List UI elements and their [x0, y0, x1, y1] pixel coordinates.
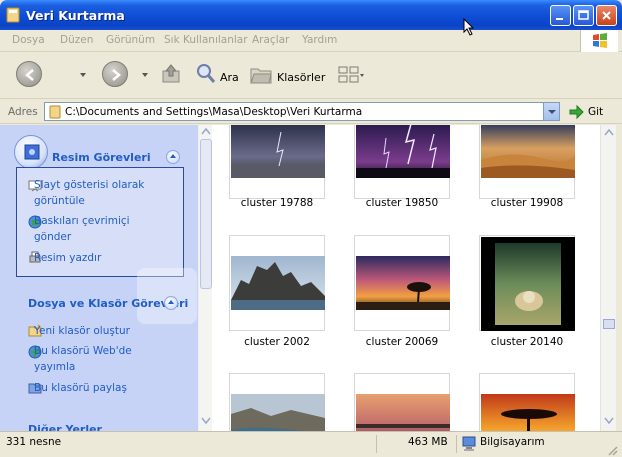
- task-new-folder[interactable]: Yeni klasör oluştur: [34, 323, 130, 339]
- file-thumbnail[interactable]: [229, 373, 325, 431]
- task-publish-web-line1: Bu klasörü Web'de: [34, 345, 132, 357]
- minimize-button[interactable]: [550, 5, 571, 26]
- thumbnail-image: [481, 237, 575, 331]
- task-order-prints-line1: Baskıları çevrimiçi: [34, 215, 130, 227]
- task-order-prints-line2: gönder: [34, 231, 72, 243]
- menu-bar: Dosya Düzen Görünüm Sık Kullanılanlar Ar…: [0, 30, 622, 52]
- menu-tools[interactable]: Araçlar: [252, 34, 289, 46]
- file-thumbnail[interactable]: [354, 373, 450, 431]
- address-path: C:\Documents and Settings\Masa\Desktop\V…: [65, 106, 363, 118]
- scroll-up-icon[interactable]: [604, 128, 614, 136]
- file-thumbnail[interactable]: [229, 235, 325, 331]
- file-view-scrollbar[interactable]: [600, 125, 616, 431]
- folders-button-label[interactable]: Klasörler: [277, 71, 325, 84]
- back-button[interactable]: [16, 61, 42, 87]
- address-dropdown-button[interactable]: [543, 103, 559, 120]
- file-thumbnail[interactable]: [479, 235, 575, 331]
- search-icon[interactable]: [196, 63, 216, 85]
- total-size: 463 MB: [408, 436, 448, 448]
- go-arrow-icon[interactable]: [568, 104, 584, 120]
- window-title: Veri Kurtarma: [26, 8, 125, 23]
- task-slideshow[interactable]: Slayt gösterisi olarak görüntüle: [34, 177, 144, 209]
- file-thumbnail[interactable]: [354, 125, 450, 199]
- status-divider: [376, 435, 377, 453]
- thumbnail-image: [481, 394, 575, 431]
- thumbnail-image: [231, 394, 325, 431]
- other-places-title[interactable]: Diğer Yerler: [28, 423, 102, 431]
- menu-edit[interactable]: Düzen: [60, 34, 93, 46]
- menu-file[interactable]: Dosya: [12, 34, 45, 46]
- scroll-down-icon[interactable]: [604, 417, 614, 425]
- status-divider: [456, 435, 457, 453]
- item-count: 331 nesne: [6, 436, 62, 448]
- my-computer-icon: [462, 436, 476, 451]
- status-bar: 331 nesne 463 MB Bilgisayarım: [0, 431, 622, 457]
- folder-icon: [49, 105, 61, 119]
- menu-favorites[interactable]: Sık Kullanılanlar: [164, 34, 248, 46]
- file-tasks-collapse-icon[interactable]: [164, 296, 178, 310]
- task-publish-web-line2: yayımla: [34, 361, 76, 373]
- address-bar: Adres C:\Documents and Settings\Masa\Des…: [0, 100, 622, 124]
- task-pane-scroll-thumb[interactable]: [200, 139, 212, 289]
- file-name[interactable]: cluster 19850: [352, 197, 452, 209]
- task-share-folder[interactable]: Bu klasörü paylaş: [34, 380, 127, 396]
- scroll-up-icon[interactable]: [201, 127, 211, 135]
- thumbnail-image: [481, 125, 575, 178]
- windows-logo: [580, 30, 618, 52]
- task-publish-web[interactable]: Bu klasörü Web'de yayımla: [34, 343, 132, 375]
- menu-view[interactable]: Görünüm: [106, 34, 155, 46]
- thumbnail-image: [356, 125, 450, 178]
- file-name[interactable]: cluster 19908: [477, 197, 577, 209]
- picture-tasks-collapse-icon[interactable]: [166, 150, 180, 164]
- task-order-prints[interactable]: Baskıları çevrimiçi gönder: [34, 213, 130, 245]
- back-dropdown-icon[interactable]: [80, 73, 86, 77]
- file-name[interactable]: cluster 20069: [352, 336, 452, 348]
- maximize-button[interactable]: [573, 5, 594, 26]
- thumbnail-image: [356, 394, 450, 431]
- picture-tasks-title[interactable]: Resim Görevleri: [52, 151, 151, 164]
- search-button-label[interactable]: Ara: [220, 71, 239, 84]
- file-view-scroll-thumb[interactable]: [603, 319, 615, 329]
- location-label: Bilgisayarım: [480, 436, 545, 448]
- thumbnail-image: [356, 256, 450, 310]
- address-label: Adres: [8, 106, 38, 118]
- file-name[interactable]: cluster 2002: [227, 336, 327, 348]
- up-folder-icon[interactable]: [160, 63, 182, 85]
- mouse-cursor-icon: [463, 18, 475, 36]
- forward-dropdown-icon[interactable]: [142, 73, 148, 77]
- task-pane-scrollbar[interactable]: [198, 125, 212, 431]
- thumbnail-image: [231, 256, 325, 310]
- views-icon[interactable]: [338, 66, 364, 84]
- file-thumbnail[interactable]: [229, 125, 325, 199]
- file-thumbnail[interactable]: [354, 235, 450, 331]
- resize-grip-icon[interactable]: [606, 444, 618, 456]
- close-button[interactable]: [596, 5, 617, 26]
- address-field[interactable]: C:\Documents and Settings\Masa\Desktop\V…: [44, 102, 560, 121]
- task-print-picture[interactable]: Resim yazdır: [34, 250, 101, 266]
- task-slideshow-line1: Slayt gösterisi olarak: [34, 179, 145, 191]
- folders-icon[interactable]: [250, 65, 272, 85]
- forward-button[interactable]: [102, 61, 128, 87]
- picture-tasks-icon: [14, 135, 48, 169]
- task-pane: Resim Görevleri Slayt gösterisi olarak g…: [0, 125, 198, 431]
- file-thumbnail[interactable]: [479, 125, 575, 199]
- file-name[interactable]: cluster 20140: [477, 336, 577, 348]
- folder-icon: [6, 7, 20, 23]
- title-bar: Veri Kurtarma: [0, 0, 622, 30]
- file-name[interactable]: cluster 19788: [227, 197, 327, 209]
- menu-help[interactable]: Yardım: [302, 34, 337, 46]
- file-thumbnail[interactable]: [479, 373, 575, 431]
- file-view: cluster 19788 cluster 19850 cluster 1990…: [212, 125, 600, 431]
- scroll-down-icon[interactable]: [201, 417, 211, 425]
- thumbnail-image: [231, 125, 325, 178]
- task-slideshow-line2: görüntüle: [34, 195, 85, 207]
- toolbar: Ara Klasörler: [0, 53, 622, 99]
- go-button-label[interactable]: Git: [588, 106, 603, 118]
